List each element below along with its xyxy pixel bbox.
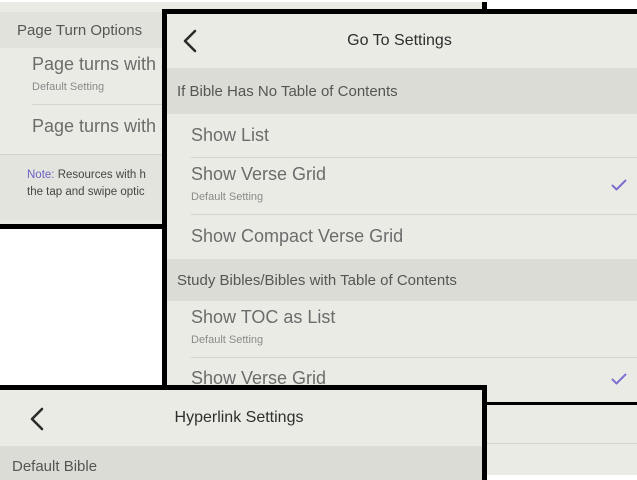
- hyperlink-settings-panel: Hyperlink Settings Default Bible: [0, 385, 487, 480]
- option-show-verse-grid-label: Show Verse Grid: [191, 164, 327, 184]
- option-show-toc-list-sub: Default Setting: [191, 334, 264, 346]
- note-prefix: Note:: [27, 169, 55, 181]
- page-turn-option-2-label: Page turns with s: [32, 116, 171, 136]
- note-line-2: the tap and swipe optic: [27, 186, 145, 198]
- option-show-toc-list[interactable]: Show TOC as List Default Setting: [167, 301, 637, 357]
- goto-section-toc-title: Study Bibles/Bibles with Table of Conten…: [177, 271, 457, 289]
- page-turn-option-1-sub: Default Setting: [32, 81, 105, 93]
- checkmark-icon: [611, 178, 627, 196]
- goto-title: Go To Settings: [347, 32, 452, 49]
- option-show-list-label: Show List: [191, 125, 270, 145]
- goto-section-no-toc: If Bible Has No Table of Contents: [167, 68, 637, 114]
- checkmark-icon: [611, 372, 627, 390]
- hyperlink-title: Hyperlink Settings: [174, 409, 304, 426]
- page-turn-option-1-label: Page turns with s: [32, 54, 171, 74]
- option-show-verse-grid[interactable]: Show Verse Grid Default Setting: [167, 158, 637, 214]
- option-show-list[interactable]: Show List: [167, 114, 637, 158]
- goto-section-toc: Study Bibles/Bibles with Table of Conten…: [167, 259, 637, 301]
- goto-header: Go To Settings: [167, 14, 637, 68]
- goto-settings-panel: Go To Settings If Bible Has No Table of …: [162, 9, 637, 407]
- hyperlink-section-default-bible: Default Bible: [0, 446, 482, 480]
- option-show-compact-verse-grid[interactable]: Show Compact Verse Grid: [167, 215, 637, 259]
- page-turn-section-title: Page Turn Options: [17, 21, 143, 39]
- note-line-1: Resources with h: [54, 169, 146, 181]
- option-show-toc-list-label: Show TOC as List: [191, 307, 336, 327]
- goto-section-no-toc-title: If Bible Has No Table of Contents: [177, 82, 398, 100]
- hyperlink-header: Hyperlink Settings: [0, 390, 482, 446]
- option-show-verse-grid-sub: Default Setting: [191, 191, 264, 203]
- option-show-compact-verse-grid-label: Show Compact Verse Grid: [191, 226, 404, 246]
- background-panel-stub: [482, 405, 637, 475]
- hyperlink-section-title: Default Bible: [12, 458, 98, 475]
